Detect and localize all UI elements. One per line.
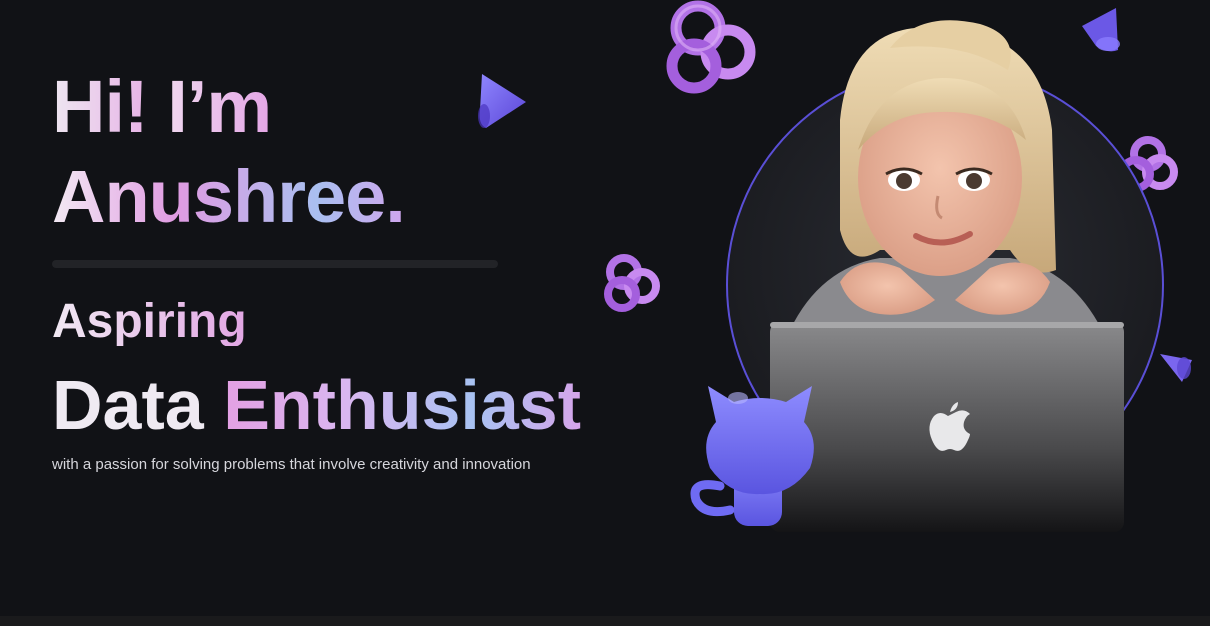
- role-heading: Data Enthusiast: [52, 370, 581, 440]
- avatar-illustration: [690, 20, 1164, 532]
- greeting-hi: Hi!: [52, 65, 149, 148]
- role-word-enthusiast: Enthusiast: [223, 366, 582, 444]
- torus-knot-icon: [604, 254, 660, 312]
- tagline: with a passion for solving problems that…: [52, 456, 531, 473]
- cone-icon: [478, 74, 526, 128]
- role-prefix: Aspiring: [52, 295, 247, 348]
- heading-divider: [52, 260, 498, 268]
- role-word-data: Data: [52, 366, 204, 444]
- bottom-strip: [0, 616, 1210, 626]
- greeting-heading: Hi! I’m: [52, 70, 272, 144]
- name-heading: Anushree.: [52, 155, 406, 238]
- greeting-im: I’m: [167, 65, 272, 148]
